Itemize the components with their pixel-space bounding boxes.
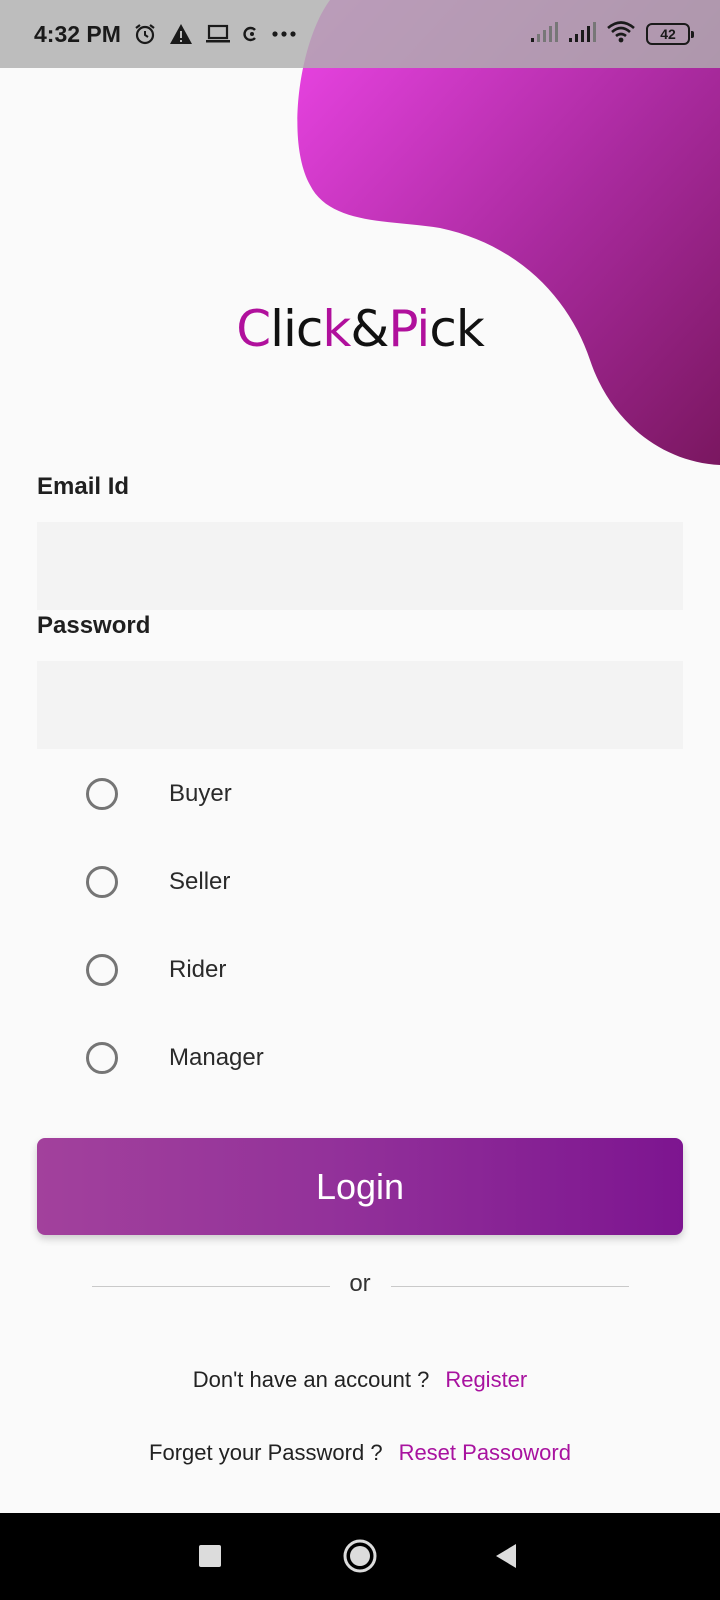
register-link[interactable]: Register — [445, 1367, 527, 1392]
battery-icon: 42 — [646, 23, 694, 45]
role-option-seller[interactable]: Seller — [0, 852, 720, 912]
radio-button[interactable] — [86, 1042, 118, 1074]
email-field[interactable] — [37, 522, 683, 610]
status-bar: 4:32 PM 42 — [0, 0, 720, 68]
signal-weak-icon — [530, 21, 558, 48]
laptop-icon — [205, 23, 231, 45]
warning-icon — [169, 22, 193, 46]
register-row: Don't have an account ? Register — [0, 1367, 720, 1393]
login-button[interactable]: Login — [37, 1138, 683, 1235]
recents-icon[interactable] — [198, 1544, 222, 1573]
alarm-icon — [133, 22, 157, 46]
radio-button[interactable] — [86, 778, 118, 810]
brand-part: Pi — [388, 300, 430, 358]
back-icon[interactable] — [494, 1542, 518, 1575]
role-option-buyer[interactable]: Buyer — [0, 764, 720, 824]
divider-or-text: or — [349, 1270, 371, 1297]
wifi-icon — [606, 20, 636, 49]
brand-part: C — [236, 300, 271, 358]
role-label: Manager — [169, 1044, 264, 1071]
decorative-blob — [297, 0, 720, 465]
status-system-icons: 42 — [530, 20, 694, 49]
brand-part: & — [350, 300, 389, 358]
system-nav-bar — [0, 1513, 720, 1600]
brand-part: k — [322, 300, 351, 358]
email-label: Email Id — [37, 473, 130, 500]
reset-prompt: Forget your Password ? — [149, 1440, 383, 1465]
login-screen: 4:32 PM 42 Click&Pick Email Id Password … — [0, 0, 720, 1600]
radio-button[interactable] — [86, 954, 118, 986]
home-icon[interactable] — [343, 1539, 377, 1578]
brand-part: lic — [270, 300, 323, 358]
reset-password-row: Forget your Password ? Reset Passoword — [0, 1440, 720, 1466]
reset-password-link[interactable]: Reset Passoword — [399, 1440, 571, 1465]
more-icon — [271, 30, 297, 38]
status-notification-icons — [133, 22, 297, 46]
divider-line-right — [391, 1286, 629, 1287]
role-option-rider[interactable]: Rider — [0, 940, 720, 1000]
radio-button[interactable] — [86, 866, 118, 898]
role-label: Buyer — [169, 780, 232, 807]
role-label: Seller — [169, 868, 231, 895]
register-prompt: Don't have an account ? — [192, 1367, 430, 1392]
brand-part: ck — [429, 300, 484, 358]
status-time: 4:32 PM — [34, 20, 121, 47]
role-option-manager[interactable]: Manager — [0, 1028, 720, 1088]
role-label: Rider — [169, 956, 227, 983]
password-label: Password — [37, 612, 151, 639]
brand-logo: Click&Pick — [0, 300, 720, 358]
app-notification-icon — [243, 26, 259, 42]
password-field[interactable] — [37, 661, 683, 749]
signal-icon — [568, 21, 596, 48]
battery-level: 42 — [660, 26, 676, 42]
